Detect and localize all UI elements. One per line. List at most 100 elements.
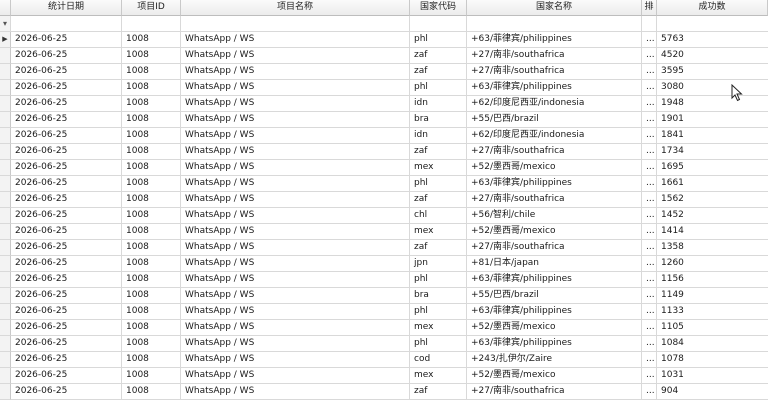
table-row[interactable]: 2026-06-25 1008 WhatsApp / WS idn +62/印度尼西亚/… [0, 96, 768, 112]
cell-truncated[interactable]: ... [642, 128, 657, 144]
cell-country-name[interactable]: +52/墨西哥/mexico [467, 320, 642, 336]
cell-project-name[interactable]: WhatsApp / WS [181, 176, 410, 192]
cell-stat-date[interactable]: 2026-06-25 [11, 352, 122, 368]
cell-country-code[interactable]: zaf [410, 144, 467, 160]
cell-success-count[interactable]: 1031 [657, 368, 768, 384]
table-row[interactable]: 2026-06-25 1008 WhatsApp / WS idn +62/印度尼西亚/… [0, 128, 768, 144]
cell-truncated[interactable]: ... [642, 272, 657, 288]
row-indicator[interactable] [0, 160, 11, 176]
cell-stat-date[interactable]: 2026-06-25 [11, 128, 122, 144]
row-indicator[interactable] [0, 176, 11, 192]
cell-success-count[interactable]: 3595 [657, 64, 768, 80]
column-header-stat-date[interactable]: 统计日期 [11, 0, 122, 16]
cell-success-count[interactable]: 1901 [657, 112, 768, 128]
cell-success-count[interactable]: 1084 [657, 336, 768, 352]
cell-stat-date[interactable]: 2026-06-25 [11, 80, 122, 96]
cell-country-name[interactable]: +63/菲律宾/philippines [467, 80, 642, 96]
filter-cell-project-name[interactable] [181, 16, 410, 32]
cell-truncated[interactable]: ... [642, 320, 657, 336]
cell-project-id[interactable]: 1008 [122, 288, 181, 304]
cell-truncated[interactable]: ... [642, 64, 657, 80]
cell-project-name[interactable]: WhatsApp / WS [181, 48, 410, 64]
table-row[interactable]: 2026-06-25 1008 WhatsApp / WS jpn +81/日本/jap… [0, 256, 768, 272]
cell-success-count[interactable]: 1149 [657, 288, 768, 304]
cell-country-name[interactable]: +63/菲律宾/philippines [467, 176, 642, 192]
cell-country-code[interactable]: mex [410, 320, 467, 336]
cell-stat-date[interactable]: 2026-06-25 [11, 288, 122, 304]
column-header-truncated[interactable]: 排 [642, 0, 657, 16]
cell-success-count[interactable]: 1078 [657, 352, 768, 368]
cell-truncated[interactable]: ... [642, 160, 657, 176]
table-row[interactable]: 2026-06-25 1008 WhatsApp / WS mex +52/墨西哥/me… [0, 160, 768, 176]
cell-success-count[interactable]: 1133 [657, 304, 768, 320]
cell-truncated[interactable]: ... [642, 48, 657, 64]
cell-project-id[interactable]: 1008 [122, 240, 181, 256]
cell-project-id[interactable]: 1008 [122, 64, 181, 80]
filter-cell-stat-date[interactable] [11, 16, 122, 32]
cell-country-code[interactable]: bra [410, 112, 467, 128]
cell-country-code[interactable]: mex [410, 224, 467, 240]
filter-cell-country-code[interactable] [410, 16, 467, 32]
cell-project-name[interactable]: WhatsApp / WS [181, 320, 410, 336]
cell-country-code[interactable]: phl [410, 32, 467, 48]
cell-stat-date[interactable]: 2026-06-25 [11, 176, 122, 192]
cell-success-count[interactable]: 1358 [657, 240, 768, 256]
cell-project-name[interactable]: WhatsApp / WS [181, 160, 410, 176]
cell-success-count[interactable]: 1105 [657, 320, 768, 336]
cell-success-count[interactable]: 1562 [657, 192, 768, 208]
column-header-success-count[interactable]: 成功数 [657, 0, 768, 16]
cell-project-name[interactable]: WhatsApp / WS [181, 192, 410, 208]
table-row[interactable]: 2026-06-25 1008 WhatsApp / WS cod +243/扎伊尔/Z… [0, 352, 768, 368]
cell-country-name[interactable]: +27/南非/southafrica [467, 384, 642, 400]
cell-success-count[interactable]: 1841 [657, 128, 768, 144]
cell-country-code[interactable]: phl [410, 176, 467, 192]
row-indicator[interactable] [0, 128, 11, 144]
cell-success-count[interactable]: 1661 [657, 176, 768, 192]
row-indicator[interactable] [0, 80, 11, 96]
cell-country-name[interactable]: +27/南非/southafrica [467, 48, 642, 64]
table-row[interactable]: 2026-06-25 1008 WhatsApp / WS zaf +27/南非/sou… [0, 144, 768, 160]
row-indicator[interactable] [0, 288, 11, 304]
cell-country-code[interactable]: jpn [410, 256, 467, 272]
cell-success-count[interactable]: 904 [657, 384, 768, 400]
row-indicator[interactable] [0, 256, 11, 272]
data-grid[interactable]: 统计日期 项目ID 项目名称 国家代码 国家名称 排 成功数 ▾ ▶ 2026-0… [0, 0, 768, 404]
cell-truncated[interactable]: ... [642, 96, 657, 112]
cell-truncated[interactable]: ... [642, 336, 657, 352]
cell-stat-date[interactable]: 2026-06-25 [11, 272, 122, 288]
cell-stat-date[interactable]: 2026-06-25 [11, 48, 122, 64]
cell-project-name[interactable]: WhatsApp / WS [181, 80, 410, 96]
cell-project-name[interactable]: WhatsApp / WS [181, 224, 410, 240]
cell-project-name[interactable]: WhatsApp / WS [181, 336, 410, 352]
cell-stat-date[interactable]: 2026-06-25 [11, 304, 122, 320]
cell-country-name[interactable]: +56/智利/chile [467, 208, 642, 224]
cell-project-name[interactable]: WhatsApp / WS [181, 304, 410, 320]
cell-stat-date[interactable]: 2026-06-25 [11, 224, 122, 240]
cell-country-code[interactable]: zaf [410, 48, 467, 64]
cell-project-id[interactable]: 1008 [122, 96, 181, 112]
cell-stat-date[interactable]: 2026-06-25 [11, 368, 122, 384]
cell-project-id[interactable]: 1008 [122, 48, 181, 64]
cell-stat-date[interactable]: 2026-06-25 [11, 160, 122, 176]
cell-project-id[interactable]: 1008 [122, 320, 181, 336]
table-row[interactable]: 2026-06-25 1008 WhatsApp / WS zaf +27/南非/sou… [0, 64, 768, 80]
cell-project-name[interactable]: WhatsApp / WS [181, 128, 410, 144]
cell-project-id[interactable]: 1008 [122, 32, 181, 48]
row-indicator[interactable] [0, 96, 11, 112]
row-indicator[interactable] [0, 320, 11, 336]
cell-country-name[interactable]: +81/日本/japan [467, 256, 642, 272]
row-indicator[interactable] [0, 64, 11, 80]
cell-project-name[interactable]: WhatsApp / WS [181, 112, 410, 128]
table-row[interactable]: 2026-06-25 1008 WhatsApp / WS bra +55/巴西/bra… [0, 112, 768, 128]
column-header-country-name[interactable]: 国家名称 [467, 0, 642, 16]
table-row[interactable]: 2026-06-25 1008 WhatsApp / WS mex +52/墨西哥/me… [0, 320, 768, 336]
row-indicator[interactable] [0, 240, 11, 256]
cell-project-name[interactable]: WhatsApp / WS [181, 144, 410, 160]
cell-stat-date[interactable]: 2026-06-25 [11, 32, 122, 48]
cell-success-count[interactable]: 1156 [657, 272, 768, 288]
table-row[interactable]: 2026-06-25 1008 WhatsApp / WS phl +63/菲律宾/ph… [0, 80, 768, 96]
cell-truncated[interactable]: ... [642, 384, 657, 400]
filter-cell-project-id[interactable] [122, 16, 181, 32]
cell-stat-date[interactable]: 2026-06-25 [11, 320, 122, 336]
table-row[interactable]: 2026-06-25 1008 WhatsApp / WS phl +63/菲律宾/ph… [0, 304, 768, 320]
